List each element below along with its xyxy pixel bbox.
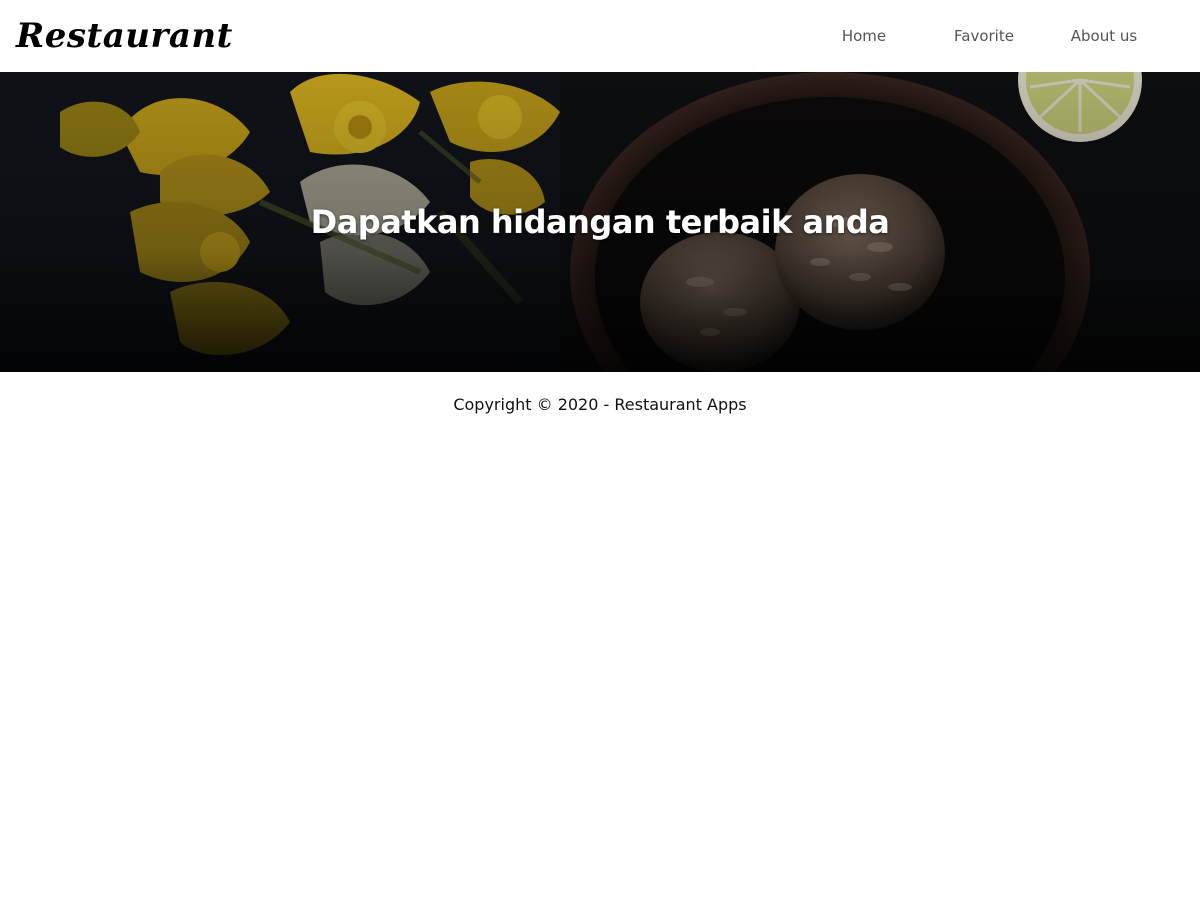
app-bar: Restaurant Home Favorite About us: [0, 0, 1200, 72]
hero-title: Dapatkan hidangan terbaik anda: [310, 203, 890, 241]
nav-item-home: Home: [804, 14, 924, 58]
brand-logo[interactable]: Restaurant: [16, 14, 233, 58]
footer: Copyright © 2020 - Restaurant Apps: [0, 372, 1200, 436]
nav-link-favorite[interactable]: Favorite: [954, 14, 1014, 58]
nav-link-home[interactable]: Home: [842, 14, 886, 58]
hero: Dapatkan hidangan terbaik anda: [0, 72, 1200, 372]
copyright-text: Copyright © 2020 - Restaurant Apps: [453, 394, 747, 414]
nav-list: Home Favorite About us: [804, 0, 1200, 72]
nav-item-about-us: About us: [1044, 14, 1164, 58]
nav-item-favorite: Favorite: [924, 14, 1044, 58]
nav-link-about-us[interactable]: About us: [1071, 14, 1137, 58]
